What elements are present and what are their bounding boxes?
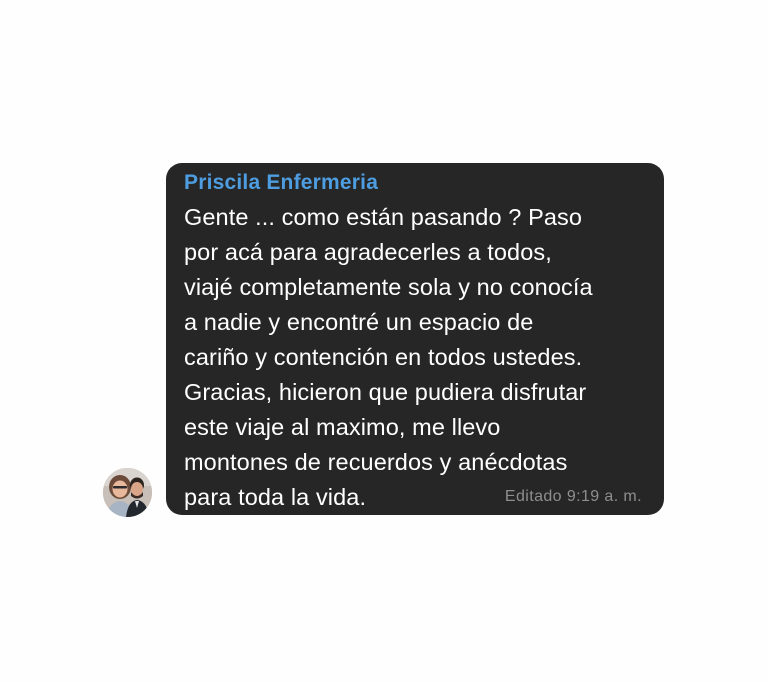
message-time: 9:19 a. m. xyxy=(566,488,642,505)
message-row: Priscila Enfermeria Gente ... como están… xyxy=(103,163,668,517)
message-text: Gente ... como están pasando ? Paso por … xyxy=(184,204,593,510)
chat-screen: Priscila Enfermeria Gente ... como están… xyxy=(0,0,768,682)
message-bubble[interactable]: Priscila Enfermeria Gente ... como están… xyxy=(166,163,664,515)
edited-label: Editado xyxy=(504,488,562,505)
avatar[interactable] xyxy=(103,468,152,517)
sender-name[interactable]: Priscila Enfermeria xyxy=(184,170,644,196)
avatar-photo-icon xyxy=(103,468,152,517)
message-meta: Editado 9:19 a. m. xyxy=(505,488,642,506)
